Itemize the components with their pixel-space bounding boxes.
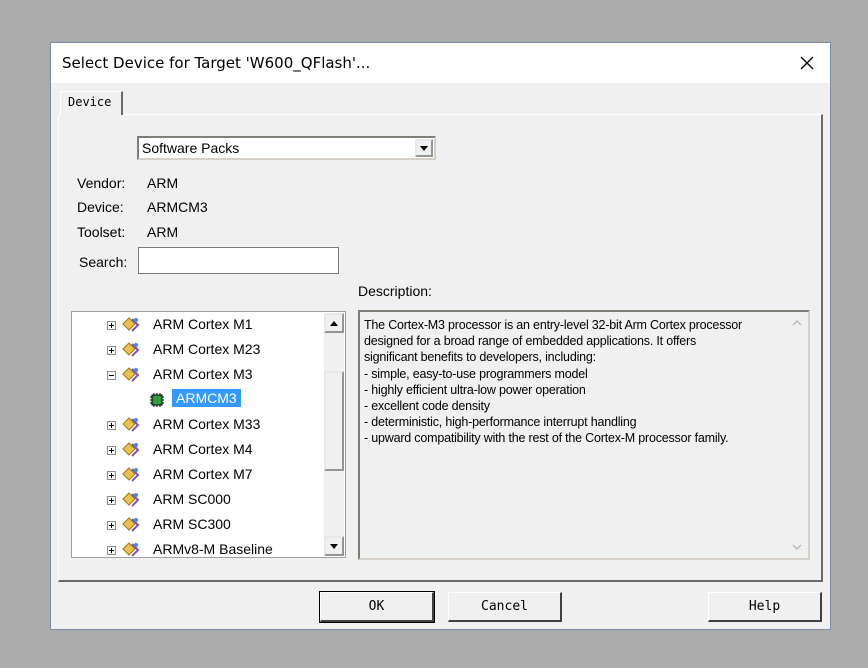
source-select-dropdown-button[interactable] bbox=[415, 139, 433, 157]
description-line: - deterministic, high-performance interr… bbox=[364, 415, 637, 430]
select-device-dialog: Select Device for Target 'W600_QFlash'..… bbox=[50, 42, 831, 630]
window-title: Select Device for Target 'W600_QFlash'..… bbox=[62, 54, 371, 72]
tree-item-selected[interactable]: ARMCM3 bbox=[72, 388, 324, 413]
vendor-value: ARM bbox=[147, 175, 179, 191]
tree-item-label: ARM Cortex M23 bbox=[153, 341, 261, 357]
scroll-thumb[interactable] bbox=[324, 371, 344, 471]
tree-item[interactable]: ARM SC000 bbox=[72, 488, 324, 513]
description-line: - simple, easy-to-use programmers model bbox=[364, 366, 588, 381]
expand-icon[interactable] bbox=[107, 521, 116, 530]
tree-item[interactable]: ARM Cortex M33 bbox=[72, 413, 324, 438]
tree-item-label: ARMCM3 bbox=[172, 389, 241, 407]
device-value: ARMCM3 bbox=[147, 199, 208, 215]
tree-item-label: ARM Cortex M1 bbox=[153, 316, 253, 332]
toolset-label: Toolset: bbox=[77, 224, 126, 240]
expand-icon[interactable] bbox=[107, 321, 116, 330]
chip-icon bbox=[150, 393, 164, 407]
description-line: - highly efficient ultra-low power opera… bbox=[364, 382, 586, 397]
vendor-label: Vendor: bbox=[77, 175, 126, 191]
help-button[interactable]: Help bbox=[708, 592, 822, 622]
description-line: - excellent code density bbox=[364, 399, 490, 414]
device-family-icon bbox=[122, 492, 140, 507]
expand-icon[interactable] bbox=[107, 446, 116, 455]
chevron-down-icon bbox=[330, 543, 338, 549]
title-bar[interactable]: Select Device for Target 'W600_QFlash'..… bbox=[51, 43, 830, 83]
tree-item-label: ARM Cortex M33 bbox=[153, 416, 261, 432]
device-family-icon bbox=[122, 517, 140, 532]
search-input[interactable] bbox=[138, 247, 339, 274]
expand-icon[interactable] bbox=[107, 421, 116, 430]
tab-device[interactable]: Device bbox=[60, 91, 123, 115]
device-family-icon bbox=[122, 367, 140, 382]
tree-item[interactable]: ARM Cortex M7 bbox=[72, 463, 324, 488]
tree-item[interactable]: ARMv8-M Baseline bbox=[72, 538, 324, 557]
expand-icon[interactable] bbox=[107, 496, 116, 505]
tree-item-label: ARM SC000 bbox=[153, 491, 231, 507]
ok-button[interactable]: OK bbox=[319, 591, 435, 623]
tree-scrollbar[interactable] bbox=[324, 313, 344, 556]
close-button[interactable] bbox=[793, 49, 821, 77]
expand-icon[interactable] bbox=[107, 471, 116, 480]
tree-item-label: ARM Cortex M7 bbox=[153, 466, 253, 482]
description-box[interactable]: The Cortex-M3 processor is an entry-leve… bbox=[358, 310, 810, 560]
device-family-icon bbox=[122, 342, 140, 357]
tree-item-label: ARM SC300 bbox=[153, 516, 231, 532]
expand-icon[interactable] bbox=[107, 546, 116, 555]
source-select-value: Software Packs bbox=[142, 140, 240, 156]
device-label: Device: bbox=[77, 199, 124, 215]
chevron-up-icon bbox=[792, 320, 802, 326]
tab-device-label: Device bbox=[68, 95, 112, 109]
description-scrollbar[interactable] bbox=[788, 314, 806, 556]
device-family-icon bbox=[122, 442, 140, 457]
description-line: significant benefits to developers, incl… bbox=[364, 350, 596, 365]
tree-item-label: ARM Cortex M3 bbox=[153, 366, 253, 382]
device-family-icon bbox=[122, 542, 140, 557]
expand-icon[interactable] bbox=[107, 346, 116, 355]
toolset-value: ARM bbox=[147, 224, 179, 240]
scroll-down-button[interactable] bbox=[324, 536, 344, 556]
tree-item[interactable]: ARM Cortex M1 bbox=[72, 313, 324, 338]
tree-item[interactable]: ARM SC300 bbox=[72, 513, 324, 538]
cancel-button[interactable]: Cancel bbox=[448, 592, 562, 622]
description-line: The Cortex-M3 processor is an entry-leve… bbox=[364, 318, 743, 332]
description-text: The Cortex-M3 processor is an entry-leve… bbox=[364, 317, 784, 447]
device-family-icon bbox=[122, 467, 140, 482]
tree-item-label: ARM Cortex M4 bbox=[153, 441, 253, 457]
chevron-up-icon bbox=[330, 320, 338, 326]
search-label: Search: bbox=[79, 254, 128, 270]
description-line: - upward compatibility with the rest of … bbox=[364, 431, 729, 446]
device-tree[interactable]: ARM Cortex M1 ARM Cortex M23 ARM Cortex … bbox=[71, 311, 346, 558]
description-line: designed for a broad range of embedded a… bbox=[364, 334, 697, 349]
device-family-icon bbox=[122, 317, 140, 332]
device-family-icon bbox=[122, 417, 140, 432]
tree-item[interactable]: ARM Cortex M3 bbox=[72, 363, 324, 388]
tree-item[interactable]: ARM Cortex M23 bbox=[72, 338, 324, 363]
close-icon bbox=[800, 56, 814, 70]
description-label: Description: bbox=[358, 283, 432, 299]
chevron-down-icon bbox=[792, 544, 802, 550]
source-select[interactable]: Software Packs bbox=[137, 136, 436, 160]
collapse-icon[interactable] bbox=[107, 371, 116, 380]
chevron-down-icon bbox=[420, 145, 428, 151]
scroll-up-button[interactable] bbox=[324, 313, 344, 333]
tree-item[interactable]: ARM Cortex M4 bbox=[72, 438, 324, 463]
tree-item-label: ARMv8-M Baseline bbox=[153, 541, 273, 557]
